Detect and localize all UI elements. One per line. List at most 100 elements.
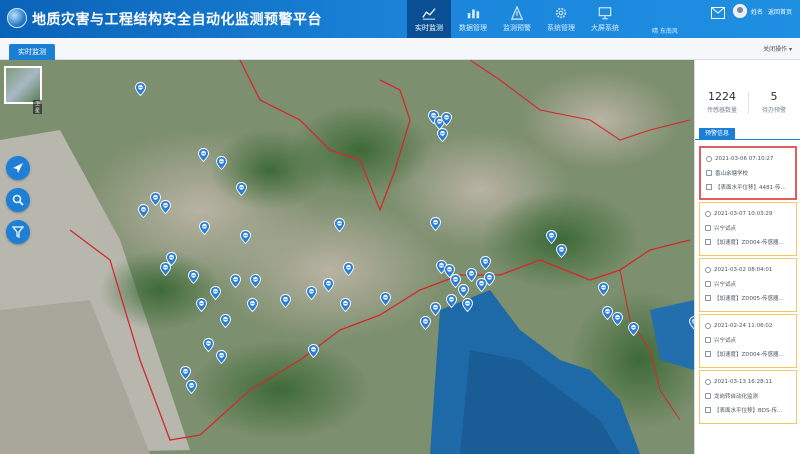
- alert-tower-icon: [510, 5, 524, 20]
- sensor-marker-icon[interactable]: [236, 182, 247, 196]
- sensor-marker-icon[interactable]: [343, 262, 354, 276]
- document-icon: [705, 407, 711, 413]
- document-icon: [705, 295, 711, 301]
- sensor-marker-icon[interactable]: [612, 312, 623, 326]
- sensor-marker-icon[interactable]: [216, 350, 227, 364]
- stat-alarm-count: 5 待办预警: [749, 90, 799, 114]
- sensor-marker-icon[interactable]: [430, 302, 441, 316]
- user-name[interactable]: 姓名: [751, 7, 763, 16]
- alarm-place-row: 龙岗转自动化监测: [705, 389, 791, 403]
- bar-chart-icon: [467, 9, 480, 18]
- mail-icon[interactable]: [711, 7, 725, 19]
- filter-icon: [12, 226, 24, 238]
- clock-icon: [705, 323, 711, 329]
- sensor-marker-icon[interactable]: [138, 204, 149, 218]
- locate-button[interactable]: [6, 156, 30, 180]
- alarm-place-row: 兴宁试点: [705, 333, 791, 347]
- sensor-marker-icon[interactable]: [308, 344, 319, 358]
- sensor-marker-icon[interactable]: [480, 256, 491, 270]
- alarm-time: 2021-03-07 10:03:29: [714, 211, 773, 217]
- nav-label: 数据管理: [459, 23, 487, 32]
- alarm-card[interactable]: 2021-02-24 11:06:02 兴宁试点 【加速度】ZD004-传感器.…: [699, 314, 797, 368]
- nav-realtime-monitor[interactable]: 实时监测: [407, 0, 451, 38]
- nav-big-screen[interactable]: 大屏系统: [583, 0, 627, 38]
- sensor-marker-icon[interactable]: [180, 366, 191, 380]
- sensor-marker-icon[interactable]: [240, 230, 251, 244]
- sensor-marker-icon[interactable]: [462, 298, 473, 312]
- search-button[interactable]: [6, 188, 30, 212]
- nav-label: 监测预警: [503, 23, 531, 32]
- sensor-marker-icon[interactable]: [188, 270, 199, 284]
- sensor-marker-icon[interactable]: [220, 314, 231, 328]
- alarm-time-row: 2021-03-13 16:28:11: [705, 375, 791, 389]
- basemap-label: 卫星: [33, 100, 43, 114]
- alarm-place-row: 兴宁试点: [705, 221, 791, 235]
- sensor-marker-icon[interactable]: [546, 230, 557, 244]
- sensor-marker-icon[interactable]: [340, 298, 351, 312]
- sensor-marker-icon[interactable]: [380, 292, 391, 306]
- alarm-time-row: 2021-03-07 10:03:29: [705, 207, 791, 221]
- alarm-place: 兴宁试点: [714, 338, 737, 344]
- sensor-marker-icon[interactable]: [198, 148, 209, 162]
- app-title: 地质灾害与工程结构安全自动化监测预警平台: [32, 12, 322, 28]
- sensor-marker-icon[interactable]: [203, 338, 214, 352]
- sensor-marker-icon[interactable]: [441, 112, 452, 126]
- sensor-marker-icon[interactable]: [250, 274, 261, 288]
- avatar[interactable]: [733, 4, 747, 18]
- alarm-card[interactable]: 2021-03-02 08:04:01 兴宁试点 【加速度】ZD005-传感器.…: [699, 258, 797, 312]
- right-panel: 1224 传感器数量 5 待办预警 预警信息 2021-03-06 07:10:…: [694, 60, 800, 454]
- alarm-detail: 【表面水平位移】4481-传...: [715, 185, 786, 191]
- sensor-marker-icon[interactable]: [247, 298, 258, 312]
- sensor-marker-icon[interactable]: [476, 278, 487, 292]
- return-home-link[interactable]: 返回首页: [768, 7, 792, 16]
- sensor-marker-icon[interactable]: [160, 200, 171, 214]
- sensor-marker-icon[interactable]: [186, 380, 197, 394]
- sensor-marker-icon[interactable]: [598, 282, 609, 296]
- nav-system-manage[interactable]: 系统管理: [539, 0, 583, 38]
- alarm-time: 2021-03-13 16:28:11: [714, 379, 773, 385]
- satellite-map[interactable]: 卫星: [0, 60, 694, 454]
- clock-icon: [705, 211, 711, 217]
- alarm-place-row: 兴宁试点: [705, 277, 791, 291]
- sensor-marker-icon[interactable]: [160, 262, 171, 276]
- sensor-marker-icon[interactable]: [446, 294, 457, 308]
- document-icon: [705, 351, 711, 357]
- sensor-marker-icon[interactable]: [210, 286, 221, 300]
- alarm-card[interactable]: 2021-03-13 16:28:11 龙岗转自动化监测 【表面水平位移】BDS…: [699, 370, 797, 424]
- sensor-marker-icon[interactable]: [430, 217, 441, 231]
- navigation-arrow-icon: [13, 163, 23, 173]
- sensor-marker-icon[interactable]: [628, 322, 639, 336]
- sensor-marker-icon[interactable]: [437, 128, 448, 142]
- sensor-marker-icon[interactable]: [420, 316, 431, 330]
- sensor-marker-icon[interactable]: [556, 244, 567, 258]
- document-icon: [706, 184, 712, 190]
- location-icon: [705, 225, 711, 231]
- tab-bar: 实时监测 关闭操作 ▾: [0, 38, 800, 60]
- alarm-time: 2021-02-24 11:06:02: [714, 323, 773, 329]
- sensor-marker-icon[interactable]: [306, 286, 317, 300]
- sensor-marker-icon[interactable]: [216, 156, 227, 170]
- tab-realtime-monitor[interactable]: 实时监测: [9, 44, 55, 60]
- sensor-marker-icon[interactable]: [135, 82, 146, 96]
- sensor-count: 1224: [708, 90, 736, 103]
- sensor-marker-icon[interactable]: [458, 284, 469, 298]
- close-actions-dropdown[interactable]: 关闭操作 ▾: [763, 44, 792, 53]
- alarm-card[interactable]: 2021-03-06 07:10:27 香山余塘学校 【表面水平位移】4481-…: [699, 146, 797, 200]
- filter-button[interactable]: [6, 220, 30, 244]
- sensor-marker-icon[interactable]: [280, 294, 291, 308]
- nav-monitor-alert[interactable]: 监测预警: [495, 0, 539, 38]
- sensor-marker-icon[interactable]: [334, 218, 345, 232]
- alarm-time-row: 2021-03-06 07:10:27: [706, 152, 790, 166]
- location-icon: [705, 337, 711, 343]
- sensor-marker-icon[interactable]: [323, 278, 334, 292]
- location-icon: [705, 393, 711, 399]
- sensor-marker-icon[interactable]: [230, 274, 241, 288]
- search-icon: [12, 194, 24, 206]
- sensor-marker-icon[interactable]: [199, 221, 210, 235]
- basemap-switcher[interactable]: 卫星: [4, 66, 43, 114]
- alarm-detail-row: 【表面水平位移】BDS-传...: [705, 403, 791, 417]
- alarm-card[interactable]: 2021-03-07 10:03:29 兴宁试点 【加速度】ZD004-传感器.…: [699, 202, 797, 256]
- nav-data-manage[interactable]: 数据管理: [451, 0, 495, 38]
- alarm-place-row: 香山余塘学校: [706, 166, 790, 180]
- sensor-marker-icon[interactable]: [196, 298, 207, 312]
